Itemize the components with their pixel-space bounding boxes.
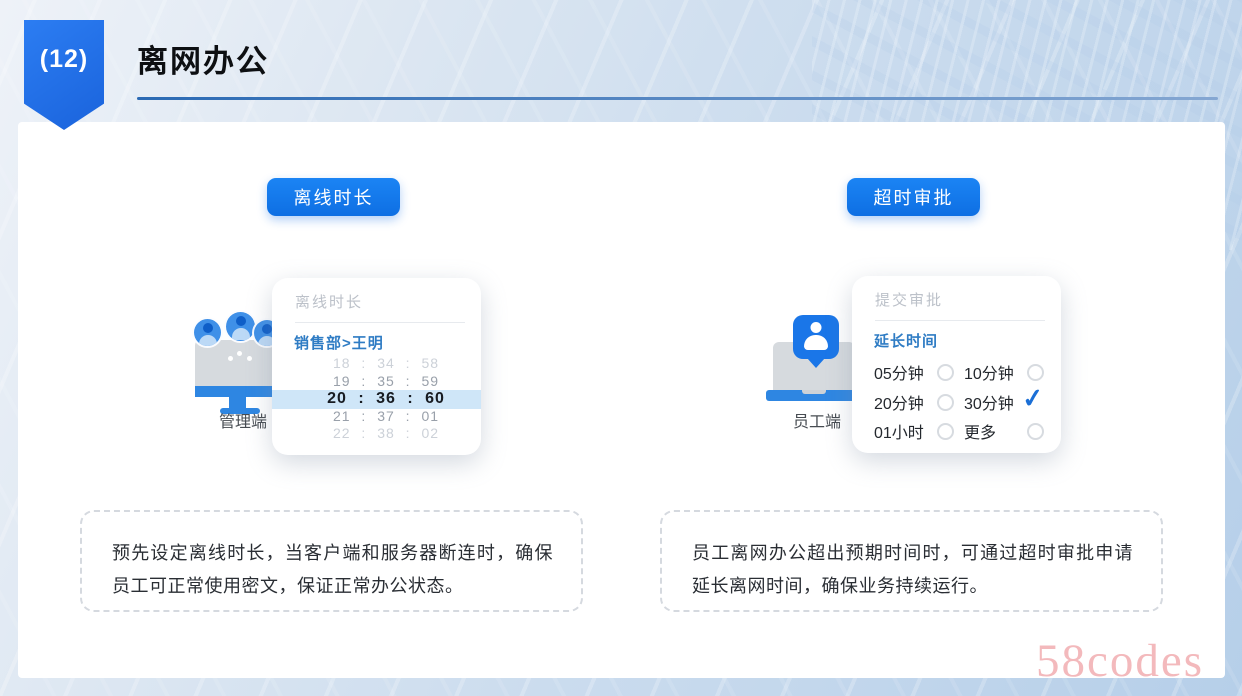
approval-description-text: 员工离网办公超出预期时间时，可通过超时审批申请延长离网时间，确保业务持续运行。: [662, 512, 1161, 603]
time-row-selected[interactable]: 20 : 36 : 60: [306, 390, 466, 408]
extend-time-label: 延长时间: [874, 330, 938, 351]
radio-unchecked-icon[interactable]: [937, 364, 954, 381]
time-row[interactable]: 19 : 35 : 59: [306, 373, 466, 391]
user-avatar-icon: [194, 319, 221, 346]
monitor-stand: [229, 397, 246, 408]
option-label: 30分钟: [964, 390, 1014, 414]
divider: [295, 322, 465, 323]
divider: [875, 320, 1045, 321]
time-wheel-picker: 18 : 34 : 58 19 : 35 : 59 20 : 36 : 60 2…: [306, 355, 466, 443]
radio-unchecked-icon[interactable]: [1027, 364, 1044, 381]
page-title: 离网办公: [137, 36, 269, 81]
watermark-text: 58codes: [1036, 634, 1204, 688]
approval-description-box: 员工离网办公超出预期时间时，可通过超时审批申请延长离网时间，确保业务持续运行。: [660, 510, 1163, 612]
option-20min[interactable]: 20分钟: [874, 393, 954, 411]
slide-number-text: (12): [24, 45, 104, 74]
employee-laptop-illustration: [766, 312, 862, 412]
slide-number-badge: (12): [24, 20, 104, 130]
user-body-icon: [804, 335, 828, 350]
screen-dot: [247, 356, 252, 361]
user-avatar-icon: [226, 312, 255, 341]
option-label: 20分钟: [874, 390, 924, 414]
popup-title: 离线时长: [295, 291, 363, 312]
offline-duration-popup: 离线时长 销售部>王明 18 : 34 : 58 19 : 35 : 59 20…: [272, 278, 481, 455]
employee-path-label: 销售部>王明: [294, 332, 384, 353]
time-row[interactable]: 18 : 34 : 58: [306, 355, 466, 373]
title-underline: [137, 97, 1218, 100]
radio-unchecked-icon[interactable]: [937, 423, 954, 440]
radio-unchecked-icon[interactable]: [937, 394, 954, 411]
option-30min-selected[interactable]: 30分钟 ✓: [964, 393, 1044, 411]
offline-description-box: 预先设定离线时长，当客户端和服务器断连时，确保员工可正常使用密文，保证正常办公状…: [80, 510, 583, 612]
offline-duration-button[interactable]: 离线时长: [267, 178, 400, 216]
radio-unchecked-icon[interactable]: [1027, 423, 1044, 440]
user-bubble-icon: [793, 315, 839, 359]
monitor-screen: [195, 340, 279, 386]
popup-title: 提交审批: [875, 289, 943, 310]
option-label: 05分钟: [874, 360, 924, 384]
time-row[interactable]: 21 : 37 : 01: [306, 408, 466, 426]
option-more[interactable]: 更多: [964, 422, 1044, 440]
option-label: 01小时: [874, 419, 924, 443]
monitor-bottom-bar: [195, 386, 279, 397]
laptop-hinge-notch: [802, 390, 826, 394]
offline-description-text: 预先设定离线时长，当客户端和服务器断连时，确保员工可正常使用密文，保证正常办公状…: [82, 512, 581, 603]
time-row[interactable]: 22 : 38 : 02: [306, 425, 466, 443]
screen-dot: [237, 351, 242, 356]
screen-dot: [228, 356, 233, 361]
timeout-approval-button[interactable]: 超时审批: [847, 178, 980, 216]
slide: (12) 离网办公 离线时长 超时审批 管理端 离线时长 销售部>王明 18 :…: [0, 0, 1242, 696]
timeout-approval-popup: 提交审批 延长时间 05分钟 10分钟 20分钟 30分钟 ✓ 01小时 更多: [852, 276, 1061, 453]
option-05min[interactable]: 05分钟: [874, 363, 954, 381]
option-10min[interactable]: 10分钟: [964, 363, 1044, 381]
user-head-icon: [811, 322, 822, 333]
option-01hour[interactable]: 01小时: [874, 422, 954, 440]
option-label: 10分钟: [964, 360, 1014, 384]
option-label: 更多: [964, 419, 996, 443]
check-icon[interactable]: ✓: [1022, 390, 1045, 406]
